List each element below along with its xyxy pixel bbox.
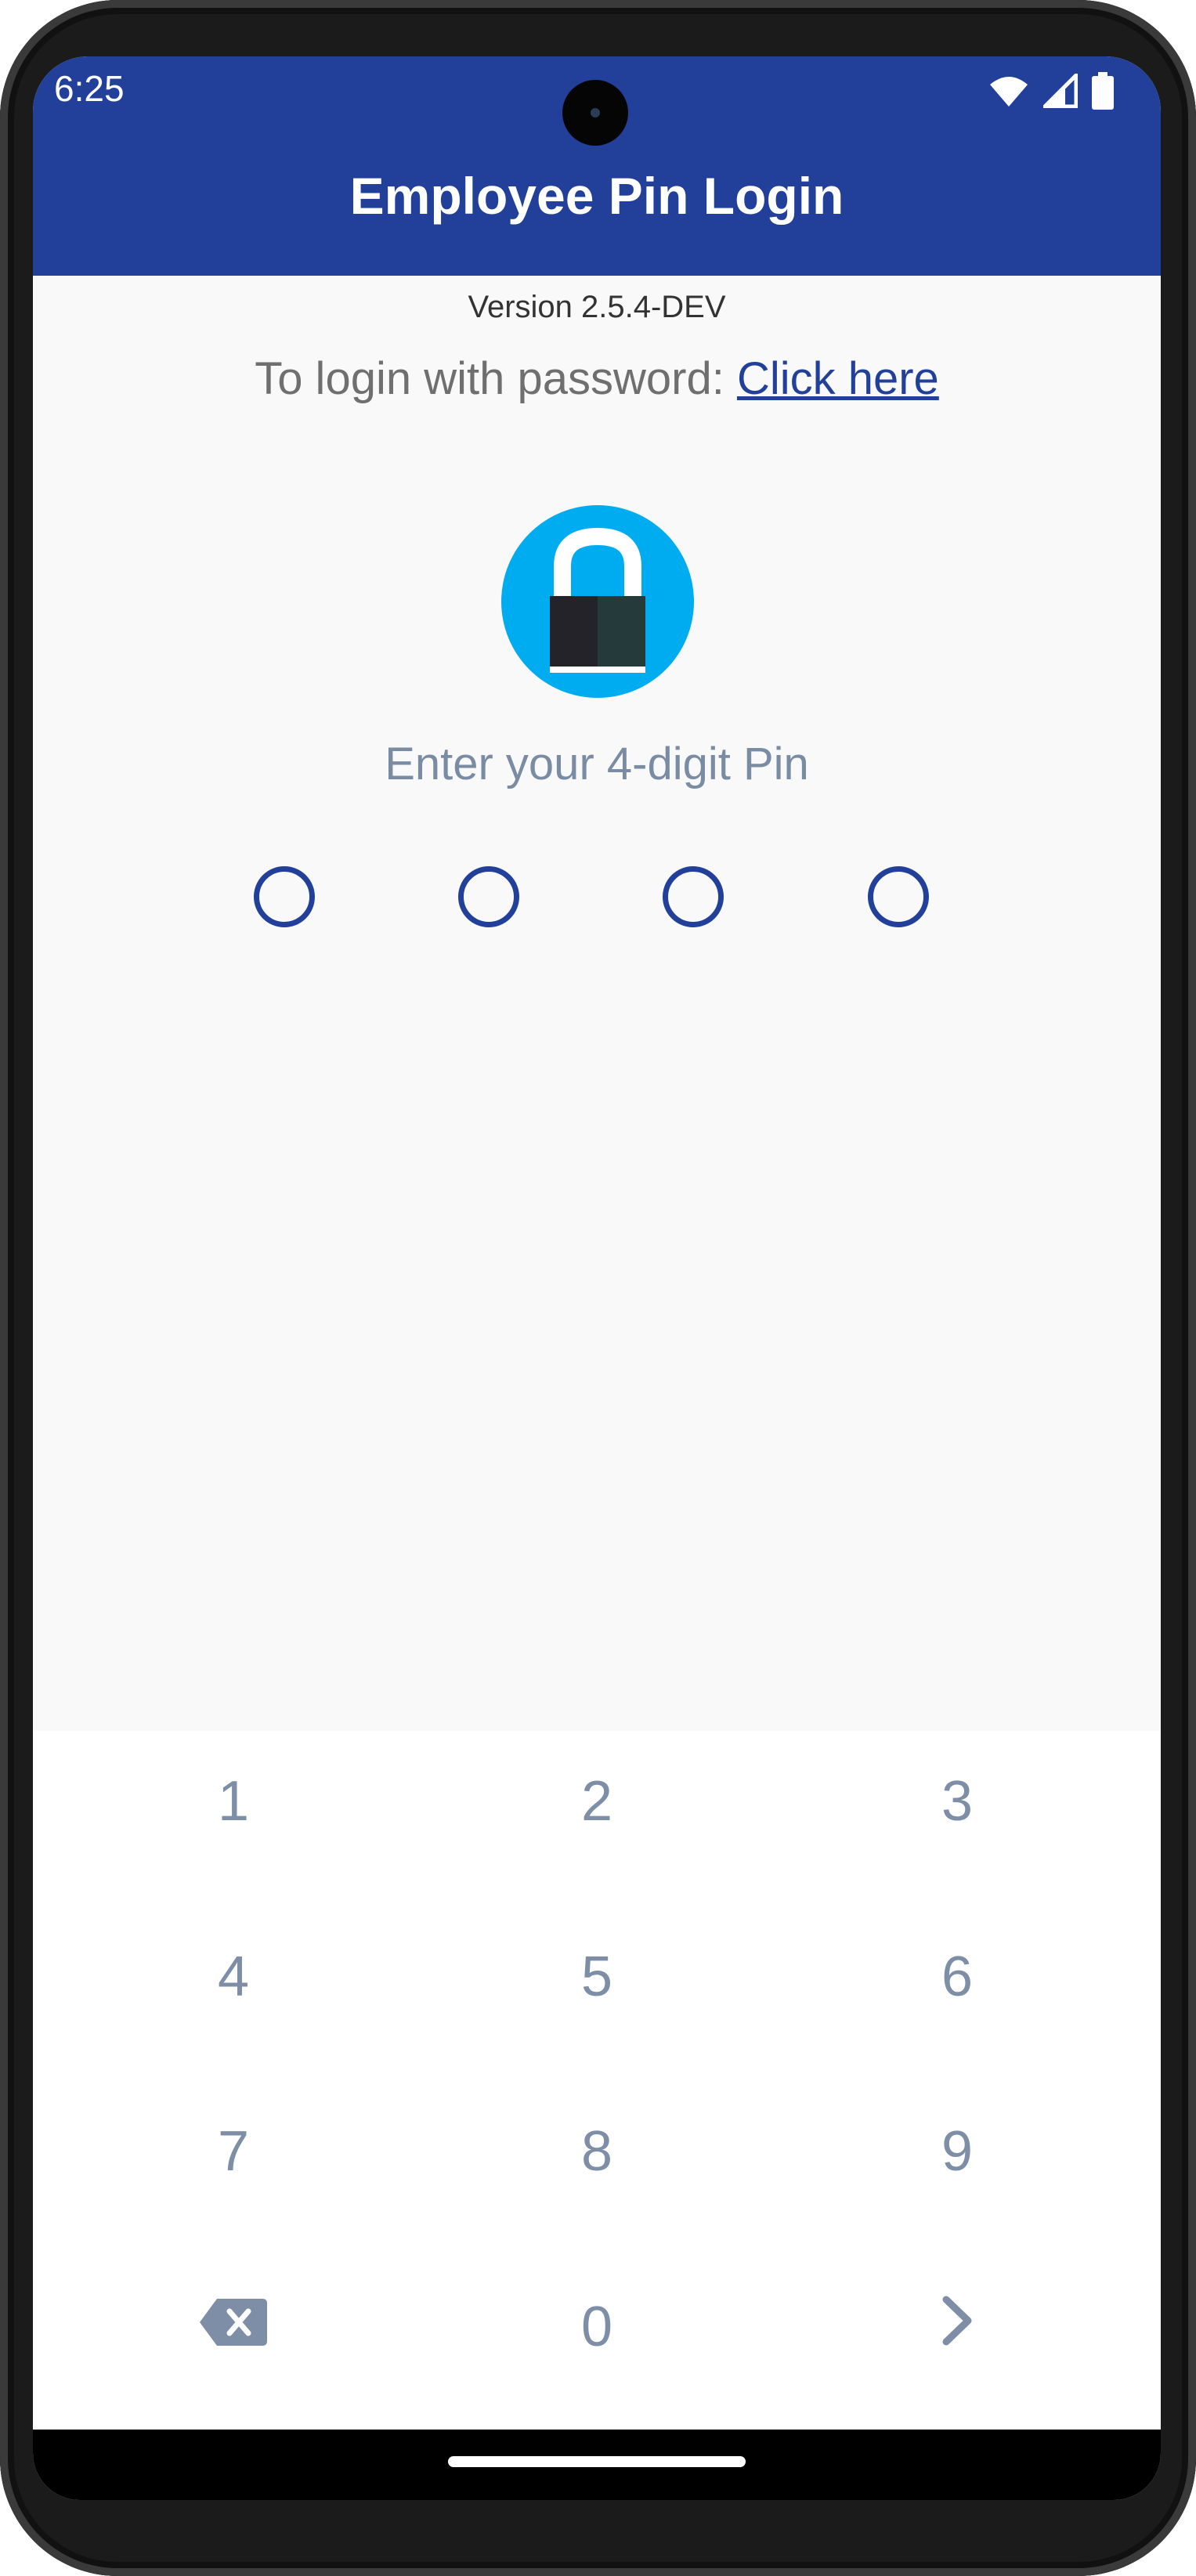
submit-button[interactable] [840, 2256, 1075, 2397]
status-time: 6:25 [54, 68, 125, 109]
battery-icon [1092, 72, 1114, 110]
cellular-signal-icon [1043, 74, 1078, 108]
key-3[interactable]: 3 [840, 1731, 1075, 1872]
pin-dot-2 [458, 866, 519, 927]
backspace-button[interactable] [116, 2256, 351, 2397]
key-6[interactable]: 6 [840, 1906, 1075, 2047]
pin-indicator [33, 866, 1161, 937]
key-8[interactable]: 8 [479, 2081, 714, 2222]
app-bar: 6:25 Employee Pin Login [33, 56, 1161, 276]
pin-prompt: Enter your 4-digit Pin [385, 739, 809, 789]
pin-dot-4 [868, 866, 929, 927]
device: 6:25 Employee Pin Login Version 2.5.4-DE… [0, 0, 1196, 2576]
system-nav-bar [33, 2430, 1161, 2500]
screen: 6:25 Employee Pin Login Version 2.5.4-DE… [33, 56, 1161, 2500]
key-9[interactable]: 9 [840, 2081, 1075, 2222]
home-gesture-handle[interactable] [448, 2456, 746, 2467]
pin-dot-1 [254, 866, 315, 927]
padlock-icon [501, 505, 694, 698]
backspace-icon [200, 2295, 267, 2359]
version-label: Version 2.5.4-DEV [468, 290, 726, 324]
password-login-text: To login with password: [255, 353, 737, 404]
key-2[interactable]: 2 [479, 1731, 714, 1872]
key-5[interactable]: 5 [479, 1906, 714, 2047]
camera-cutout [562, 80, 628, 146]
password-login-link[interactable]: Click here [737, 353, 939, 404]
key-7[interactable]: 7 [116, 2081, 351, 2222]
status-icons [988, 72, 1114, 110]
wifi-icon [988, 74, 1029, 108]
pin-dot-3 [663, 866, 724, 927]
page-title: Employee Pin Login [349, 167, 844, 225]
chevron-right-icon [940, 2295, 974, 2360]
key-4[interactable]: 4 [116, 1906, 351, 2047]
key-1[interactable]: 1 [116, 1731, 351, 1872]
keypad: 1 2 3 4 5 6 7 8 9 0 [33, 1731, 1161, 2430]
key-0[interactable]: 0 [479, 2256, 714, 2397]
password-login-row: To login with password: Click here [33, 352, 1161, 405]
